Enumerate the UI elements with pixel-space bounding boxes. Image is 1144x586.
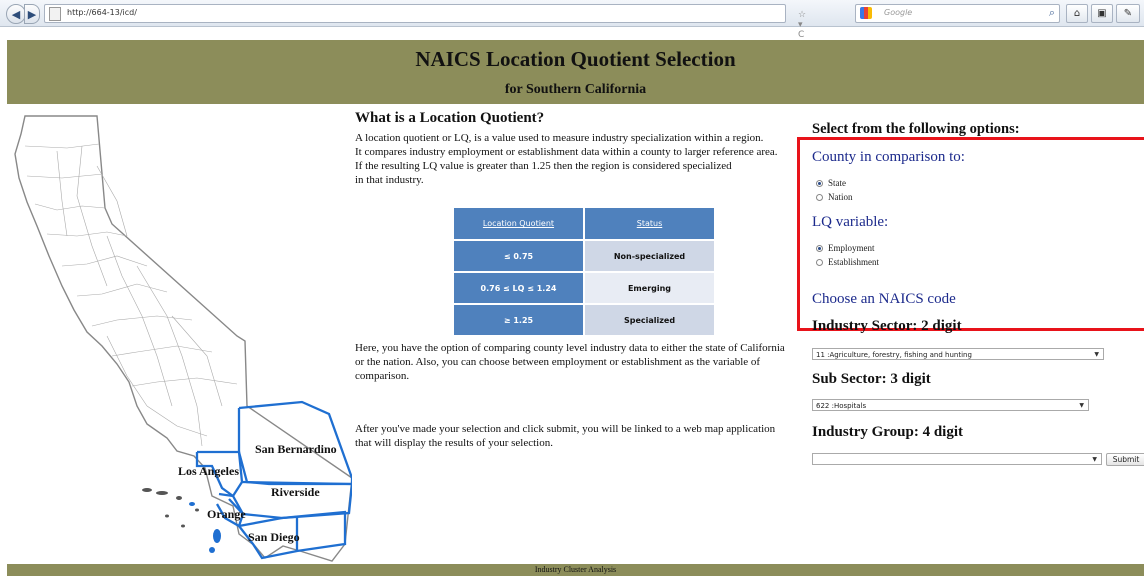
page-subtitle: for Southern California [504,82,647,97]
table-cell: ≤ 0.75 [453,240,584,272]
subsector-select[interactable]: 622 :Hospitals ▼ [812,399,1089,411]
forward-arrow-icon: ▶ [27,7,37,21]
lq-heading: What is a Location Quotient? [355,110,545,126]
search-placeholder: Google [884,8,913,17]
subsector-selected-value: 622 :Hospitals [816,402,867,410]
browser-toolbar: ◀ ▶ http://664-13/icd/ ☆ ▾ C Google ⌕ ⌂ … [0,0,1144,40]
radio-state[interactable]: State [816,178,846,188]
table-header-lq: Location Quotient [453,207,584,240]
table-header-status: Status [584,207,715,240]
definition-line: A location quotient or LQ, is a value us… [355,132,764,144]
sector-heading: Industry Sector: 2 digit [812,318,962,334]
addon-icon[interactable]: ✎ [1116,4,1140,23]
google-icon [860,7,872,19]
table-cell: Specialized [584,304,715,336]
definition-line: in that industry. [355,174,424,186]
dropdown-arrow-icon: ▼ [1094,351,1099,358]
dropdown-arrow-icon: ▼ [1079,402,1084,409]
county-label-riverside: Riverside [271,485,320,499]
radio-button-selected[interactable] [816,179,823,187]
page-header: NAICS Location Quotient Selection for So… [7,40,1144,104]
bookmark-star-icon[interactable]: ☆ ▾ C [798,10,806,40]
radio-label: Establishment [828,257,879,267]
submit-explanation: After you've made your selection and cli… [355,422,775,450]
back-button[interactable]: ◀ [6,4,26,24]
county-label-san-diego: San Diego [248,530,300,544]
table-cell: Emerging [584,272,715,304]
search-icon[interactable]: ⌕ [1049,6,1055,20]
page-title: NAICS Location Quotient Selection [415,47,736,71]
explanation-line: Here, you have the option of comparing c… [355,342,785,354]
url-text: http://664-13/icd/ [67,8,137,17]
northern-islands [142,488,199,528]
table-cell: Non-specialized [584,240,715,272]
options-heading: Select from the following options: [812,121,1020,137]
radio-label: Nation [828,192,853,202]
radio-nation[interactable]: Nation [816,192,853,202]
radio-button[interactable] [816,193,823,201]
radio-button[interactable] [816,258,823,266]
radio-label: State [828,178,846,188]
california-map: San Bernardino Los Angeles Riverside Ora… [7,106,354,576]
lq-definition: A location quotient or LQ, is a value us… [355,131,778,187]
explanation-line: After you've made your selection and cli… [355,423,776,435]
explanation-line: that will display the results of your se… [355,437,553,449]
table-row: 0.76 ≤ LQ ≤ 1.24 Emerging [453,272,715,304]
radio-button-selected[interactable] [816,244,823,252]
california-map-graphic [14,115,354,562]
home-icon[interactable]: ⌂ [1066,4,1088,23]
page-icon [49,7,61,21]
naics-heading: Choose an NAICS code [812,291,956,307]
back-arrow-icon: ◀ [11,7,21,21]
page-footer: Industry Cluster Analysis [7,564,1144,576]
table-row: ≤ 0.75 Non-specialized [453,240,715,272]
definition-line: If the resulting LQ value is greater tha… [355,160,732,172]
definition-line: It compares industry employment or estab… [355,146,778,158]
explanation-line: or the nation. Also, you can choose betw… [355,356,761,368]
group-heading: Industry Group: 4 digit [812,424,964,440]
table-cell: 0.76 ≤ LQ ≤ 1.24 [453,272,584,304]
extension-icon[interactable]: ▣ [1091,4,1113,23]
group-select[interactable]: ▼ [812,453,1102,465]
county-label-los-angeles: Los Angeles [178,464,240,478]
submit-button[interactable]: Submit [1106,453,1144,466]
radio-label: Employment [828,243,875,253]
table-cell: ≥ 1.25 [453,304,584,336]
lq-status-table: Location Quotient Status ≤ 0.75 Non-spec… [453,207,715,336]
forward-button[interactable]: ▶ [24,4,40,24]
subsector-heading: Sub Sector: 3 digit [812,371,931,387]
explanation-line: comparison. [355,370,410,382]
dropdown-arrow-icon: ▼ [1092,456,1097,463]
radio-establishment[interactable]: Establishment [816,257,879,267]
county-label-orange: Orange [207,507,246,521]
address-bar[interactable]: http://664-13/icd/ ☆ ▾ C [44,4,806,40]
comparison-explanation: Here, you have the option of comparing c… [355,341,785,383]
county-label-san-bernardino: San Bernardino [255,442,337,456]
sector-selected-value: 11 :Agriculture, forestry, fishing and h… [816,351,972,359]
comparison-heading: County in comparison to: [812,149,965,165]
sector-select[interactable]: 11 :Agriculture, forestry, fishing and h… [812,348,1104,360]
radio-employment[interactable]: Employment [816,243,875,253]
variable-heading: LQ variable: [812,214,889,230]
table-row: ≥ 1.25 Specialized [453,304,715,336]
search-input[interactable]: Google ⌕ [855,4,1060,23]
